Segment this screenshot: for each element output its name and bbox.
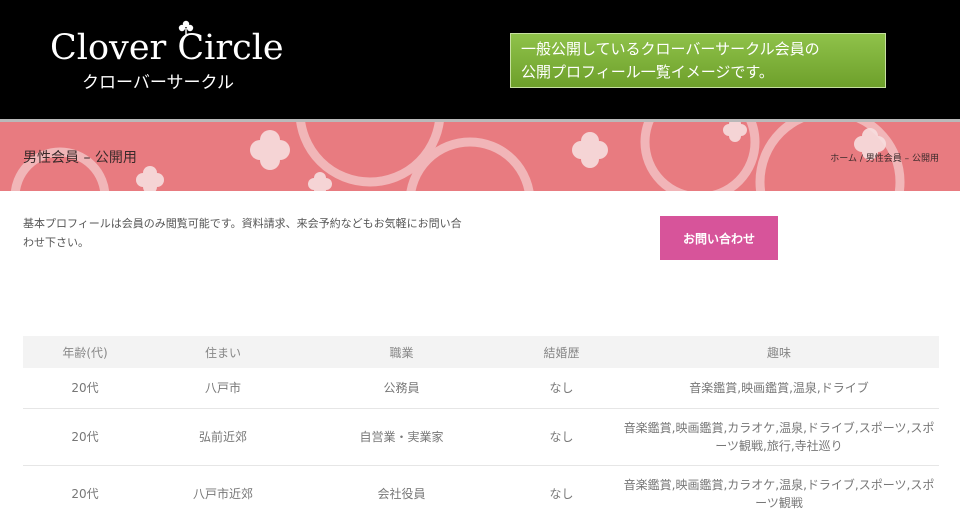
notice-box: 一般公開しているクローバーサークル会員の 公開プロフィール一覧イメージです。	[510, 33, 886, 88]
cell-occupation: 会社役員	[299, 465, 504, 518]
breadcrumb-home-link[interactable]: ホーム	[830, 154, 857, 164]
column-header-age: 年齢(代)	[62, 345, 108, 360]
cell-residence: 弘前近郊	[147, 408, 299, 466]
table-header-row: 年齢(代) 住まい 職業 結婚歴 趣味	[23, 336, 939, 368]
cell-residence: 八戸市	[147, 368, 299, 409]
cell-age: 20代	[23, 465, 147, 518]
table-row: 20代 八戸市 公務員 なし 音楽鑑賞,映画鑑賞,温泉,ドライブ	[23, 368, 939, 409]
contact-button[interactable]: お問い合わせ	[660, 216, 778, 260]
table-row: 20代 八戸市近郊 会社役員 なし 音楽鑑賞,映画鑑賞,カラオケ,温泉,ドライブ…	[23, 465, 939, 518]
table-row: 20代 弘前近郊 自営業・実業家 なし 音楽鑑賞,映画鑑賞,カラオケ,温泉,ドラ…	[23, 408, 939, 466]
column-header-occupation: 職業	[389, 345, 414, 360]
cell-marital-history: なし	[504, 368, 619, 409]
breadcrumb: ホーム / 男性会員 – 公開用	[830, 151, 939, 164]
page-title: 男性会員 – 公開用	[23, 150, 137, 166]
cell-residence: 八戸市近郊	[147, 465, 299, 518]
column-header-hobbies: 趣味	[766, 345, 791, 360]
clover-icon	[178, 20, 194, 35]
breadcrumb-current: 男性会員 – 公開用	[865, 154, 939, 164]
page-banner: 男性会員 – 公開用 ホーム / 男性会員 – 公開用	[0, 122, 960, 191]
cell-marital-history: なし	[504, 408, 619, 466]
cell-marital-history: なし	[504, 465, 619, 518]
cell-occupation: 公務員	[299, 368, 504, 409]
site-header: Clover Circle クローバーサークル 一般公開しているクローバーサーク…	[0, 0, 960, 119]
cell-age: 20代	[23, 368, 147, 409]
member-profile-table: 年齢(代) 住まい 職業 結婚歴 趣味 20代 八戸市 公務員 なし 音楽鑑賞,…	[23, 336, 939, 518]
notice-line-1: 一般公開しているクローバーサークル会員の	[521, 40, 820, 58]
cell-age: 20代	[23, 408, 147, 466]
site-logo[interactable]: Clover Circle	[50, 28, 284, 68]
clover-pattern-decoration	[10, 122, 905, 191]
site-logo-subtitle: クローバーサークル	[82, 73, 234, 93]
cell-hobbies: 音楽鑑賞,映画鑑賞,カラオケ,温泉,ドライブ,スポーツ,スポーツ観戦	[619, 465, 939, 518]
cell-occupation: 自営業・実業家	[299, 408, 504, 466]
notice-line-2: 公開プロフィール一覧イメージです。	[521, 63, 774, 81]
cell-hobbies: 音楽鑑賞,映画鑑賞,温泉,ドライブ	[619, 368, 939, 409]
column-header-residence: 住まい	[204, 345, 241, 360]
column-header-marital-history: 結婚歴	[543, 345, 580, 360]
intro-text: 基本プロフィールは会員のみ閲覧可能です。資料請求、来会予約などもお気軽にお問い合…	[23, 217, 462, 249]
cell-hobbies: 音楽鑑賞,映画鑑賞,カラオケ,温泉,ドライブ,スポーツ,スポーツ観戦,旅行,寺社…	[619, 408, 939, 466]
breadcrumb-separator: /	[859, 154, 863, 164]
